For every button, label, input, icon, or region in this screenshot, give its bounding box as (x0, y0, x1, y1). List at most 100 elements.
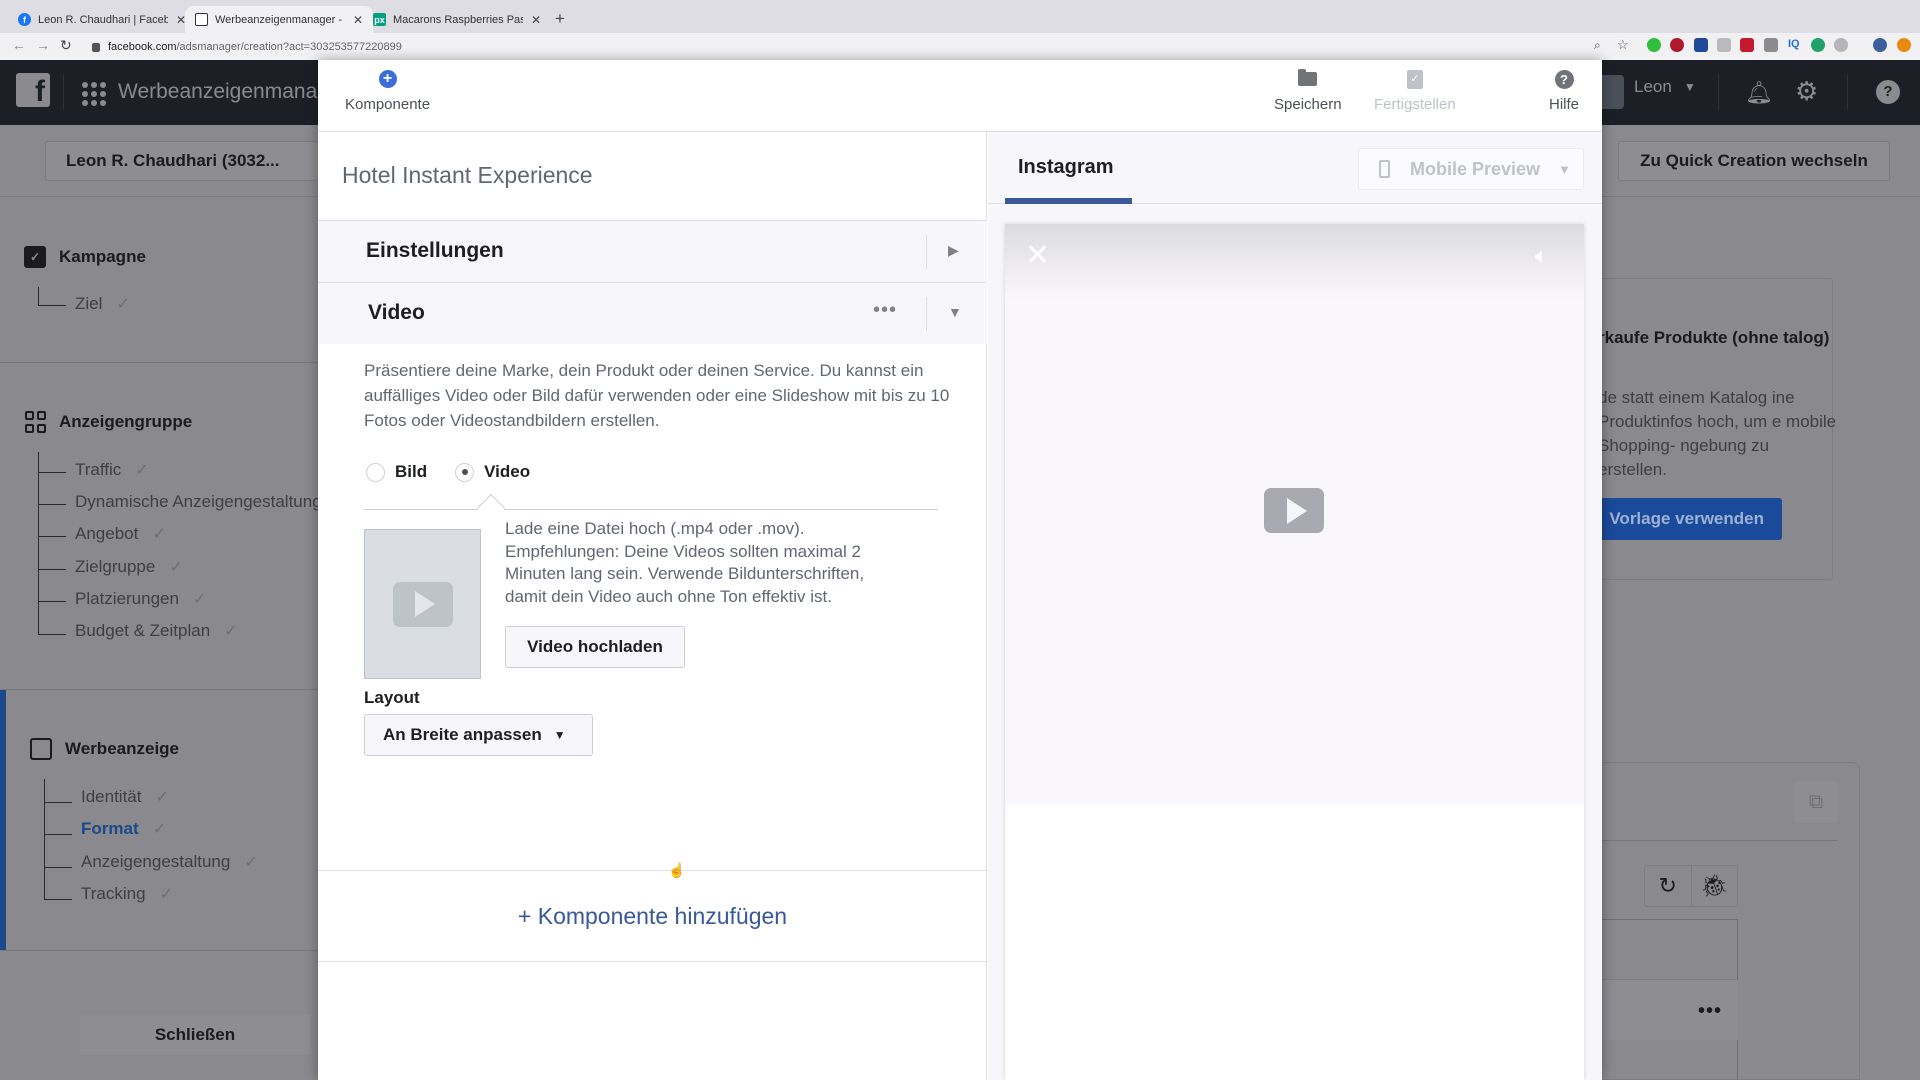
radio-bild[interactable] (366, 462, 385, 482)
play-icon[interactable] (1264, 488, 1324, 533)
radio-video[interactable] (455, 462, 475, 482)
layout-dropdown[interactable]: An Breite anpassen ▼ (364, 714, 593, 756)
sidebar-item-traffic[interactable]: Traffic ✓ (75, 460, 149, 480)
creation-sidebar: ✓ Kampagne Ziel ✓ Anzeigengruppe Traffic ✓… (0, 197, 322, 1080)
extension-icon[interactable]: IQ (1788, 38, 1802, 52)
section-label: Video (368, 301, 425, 324)
tree-connector (44, 835, 72, 868)
help-button[interactable]: ? Hilfe (1549, 68, 1579, 113)
sidebar-item-tracking[interactable]: Tracking ✓ (81, 884, 173, 904)
preview-top-gradient (1005, 224, 1584, 299)
app-title: Werbeanzeigenmanager (118, 80, 348, 103)
upload-video-button[interactable]: Video hochladen (505, 626, 685, 668)
new-tab-button[interactable]: + (555, 9, 565, 29)
mobile-preview-dropdown[interactable]: Mobile Preview ▼ (1358, 148, 1584, 190)
check-icon: ✓ (152, 821, 167, 838)
header-divider (926, 297, 927, 331)
notifications-bell-icon[interactable]: 🔔︎ (1745, 80, 1773, 106)
facebook-logo-icon[interactable]: f (16, 73, 50, 107)
tab-title: Leon R. Chaudhari | Facebook (38, 13, 168, 26)
back-icon[interactable]: ← (12, 37, 26, 53)
video-section-header[interactable]: Video ••• ▼ (318, 282, 987, 344)
extension-icon[interactable] (1647, 38, 1661, 52)
tab-title: Werbeanzeigenmanager - Creat (215, 13, 345, 26)
profile-avatar-icon[interactable] (1873, 38, 1887, 52)
close-button[interactable]: Schließen (80, 1015, 310, 1055)
quick-creation-button[interactable]: Zu Quick Creation wechseln (1618, 141, 1890, 181)
browser-tab-active[interactable]: Werbeanzeigenmanager - Creat ✕ (185, 6, 374, 33)
finish-button[interactable]: ✓ Fertigstellen (1374, 68, 1456, 113)
canvas-title[interactable]: Hotel Instant Experience (342, 162, 593, 189)
open-external-icon[interactable]: ⧉ (1795, 781, 1837, 823)
plus-circle-icon: + (378, 70, 397, 88)
item-label: Ziel (75, 294, 103, 313)
item-label: Traffic (75, 460, 122, 479)
forward-icon[interactable]: → (36, 37, 50, 53)
extension-icon[interactable] (1670, 38, 1684, 52)
more-options-icon[interactable]: ••• (873, 299, 897, 322)
chevron-right-icon[interactable]: ▶ (948, 242, 959, 259)
refresh-icon[interactable]: ↻ (1645, 866, 1692, 906)
tree-connector (38, 505, 66, 537)
pexels-icon: px (373, 13, 386, 26)
user-name: Leon (1634, 77, 1672, 96)
sidebar-item-platzierungen[interactable]: Platzierungen ✓ (75, 589, 206, 609)
extension-icon[interactable] (1717, 38, 1731, 52)
update-alert-icon[interactable] (1897, 38, 1911, 52)
instagram-preview: ✕ 🔈︎ (1005, 224, 1584, 1080)
sidebar-section-kampagne[interactable]: ✓ Kampagne (24, 246, 146, 268)
reload-icon[interactable]: ↻ (60, 37, 72, 54)
chevron-down-icon[interactable]: ▼ (948, 304, 962, 320)
extension-icon[interactable] (1740, 38, 1754, 52)
checklist-icon: ✓ (1406, 69, 1423, 89)
bookmark-star-icon[interactable]: ☆ (1617, 37, 1629, 53)
sidebar-item-ziel[interactable]: Ziel ✓ (75, 294, 130, 314)
tree-connector (38, 570, 66, 602)
close-tab-icon[interactable]: ✕ (531, 13, 541, 27)
account-selector[interactable]: Leon R. Chaudhari (3032... (45, 141, 330, 181)
sidebar-item-angebot[interactable]: Angebot ✓ (75, 524, 166, 544)
extension-icon[interactable] (1764, 38, 1778, 52)
browser-tab[interactable]: f Leon R. Chaudhari | Facebook ✕ (8, 6, 196, 33)
zoom-icon[interactable]: ⌕ (1594, 38, 1601, 53)
panel-divider (1602, 840, 1838, 841)
sidebar-item-zielgruppe[interactable]: Zielgruppe ✓ (75, 557, 183, 577)
more-options-icon[interactable]: ••• (1698, 1000, 1722, 1023)
sidebar-item-anzeigengestaltung[interactable]: Anzeigengestaltung ✓ (81, 852, 258, 872)
add-component-toolbar-button[interactable]: + Komponente (345, 68, 430, 113)
upload-hint: Lade eine Datei hoch (.mp4 oder .mov). E… (505, 519, 865, 606)
browser-tab[interactable]: px Macarons Raspberries Pastries ✕ (363, 6, 551, 33)
apps-grid-icon[interactable] (82, 82, 106, 106)
user-menu[interactable]: Leon ▼ (1634, 77, 1696, 97)
add-component-link[interactable]: + Komponente hinzufügen (318, 870, 987, 962)
url-input[interactable]: facebook.com/adsmanager/creation?act=303… (92, 37, 1592, 57)
phone-icon (1379, 160, 1390, 178)
save-button[interactable]: Speichern (1274, 68, 1342, 113)
close-icon[interactable]: ✕ (1025, 238, 1050, 273)
extension-icon[interactable] (1811, 38, 1825, 52)
extension-icon[interactable] (1834, 38, 1848, 52)
sidebar-section-anzeigengruppe[interactable]: Anzeigengruppe (24, 411, 192, 433)
sidebar-item-dynamische-anzeigengestaltung[interactable]: Dynamische Anzeigengestaltung (75, 492, 322, 512)
sidebar-item-identitaet[interactable]: Identität ✓ (81, 787, 169, 807)
user-avatar[interactable] (1600, 75, 1624, 109)
help-icon[interactable]: ? (1876, 80, 1900, 104)
toolbar-label: Fertigstellen (1374, 96, 1456, 113)
item-label: Zielgruppe (75, 557, 156, 576)
sidebar-item-format[interactable]: Format ✓ (81, 819, 166, 839)
bug-icon[interactable]: 🐞︎ (1692, 866, 1738, 906)
use-template-button[interactable]: Vorlage verwenden (1598, 498, 1782, 540)
url-host: facebook.com (108, 41, 177, 53)
close-tab-icon[interactable]: ✕ (353, 13, 363, 27)
tree-connector (38, 473, 66, 505)
tab-instagram[interactable]: Instagram (1018, 156, 1114, 179)
speaker-icon[interactable]: 🔈︎ (1535, 243, 1548, 269)
settings-section-header[interactable]: Einstellungen ▶ (318, 220, 987, 282)
item-label: Platzierungen (75, 589, 179, 608)
extension-icon[interactable] (1694, 38, 1708, 52)
sidebar-item-budget-zeitplan[interactable]: Budget & Zeitplan ✓ (75, 621, 238, 641)
video-thumbnail-placeholder[interactable] (364, 529, 481, 679)
sidebar-section-werbeanzeige[interactable]: Werbeanzeige (30, 738, 179, 760)
item-label: Format (81, 819, 139, 838)
settings-gear-icon[interactable]: ⚙ (1795, 76, 1818, 107)
